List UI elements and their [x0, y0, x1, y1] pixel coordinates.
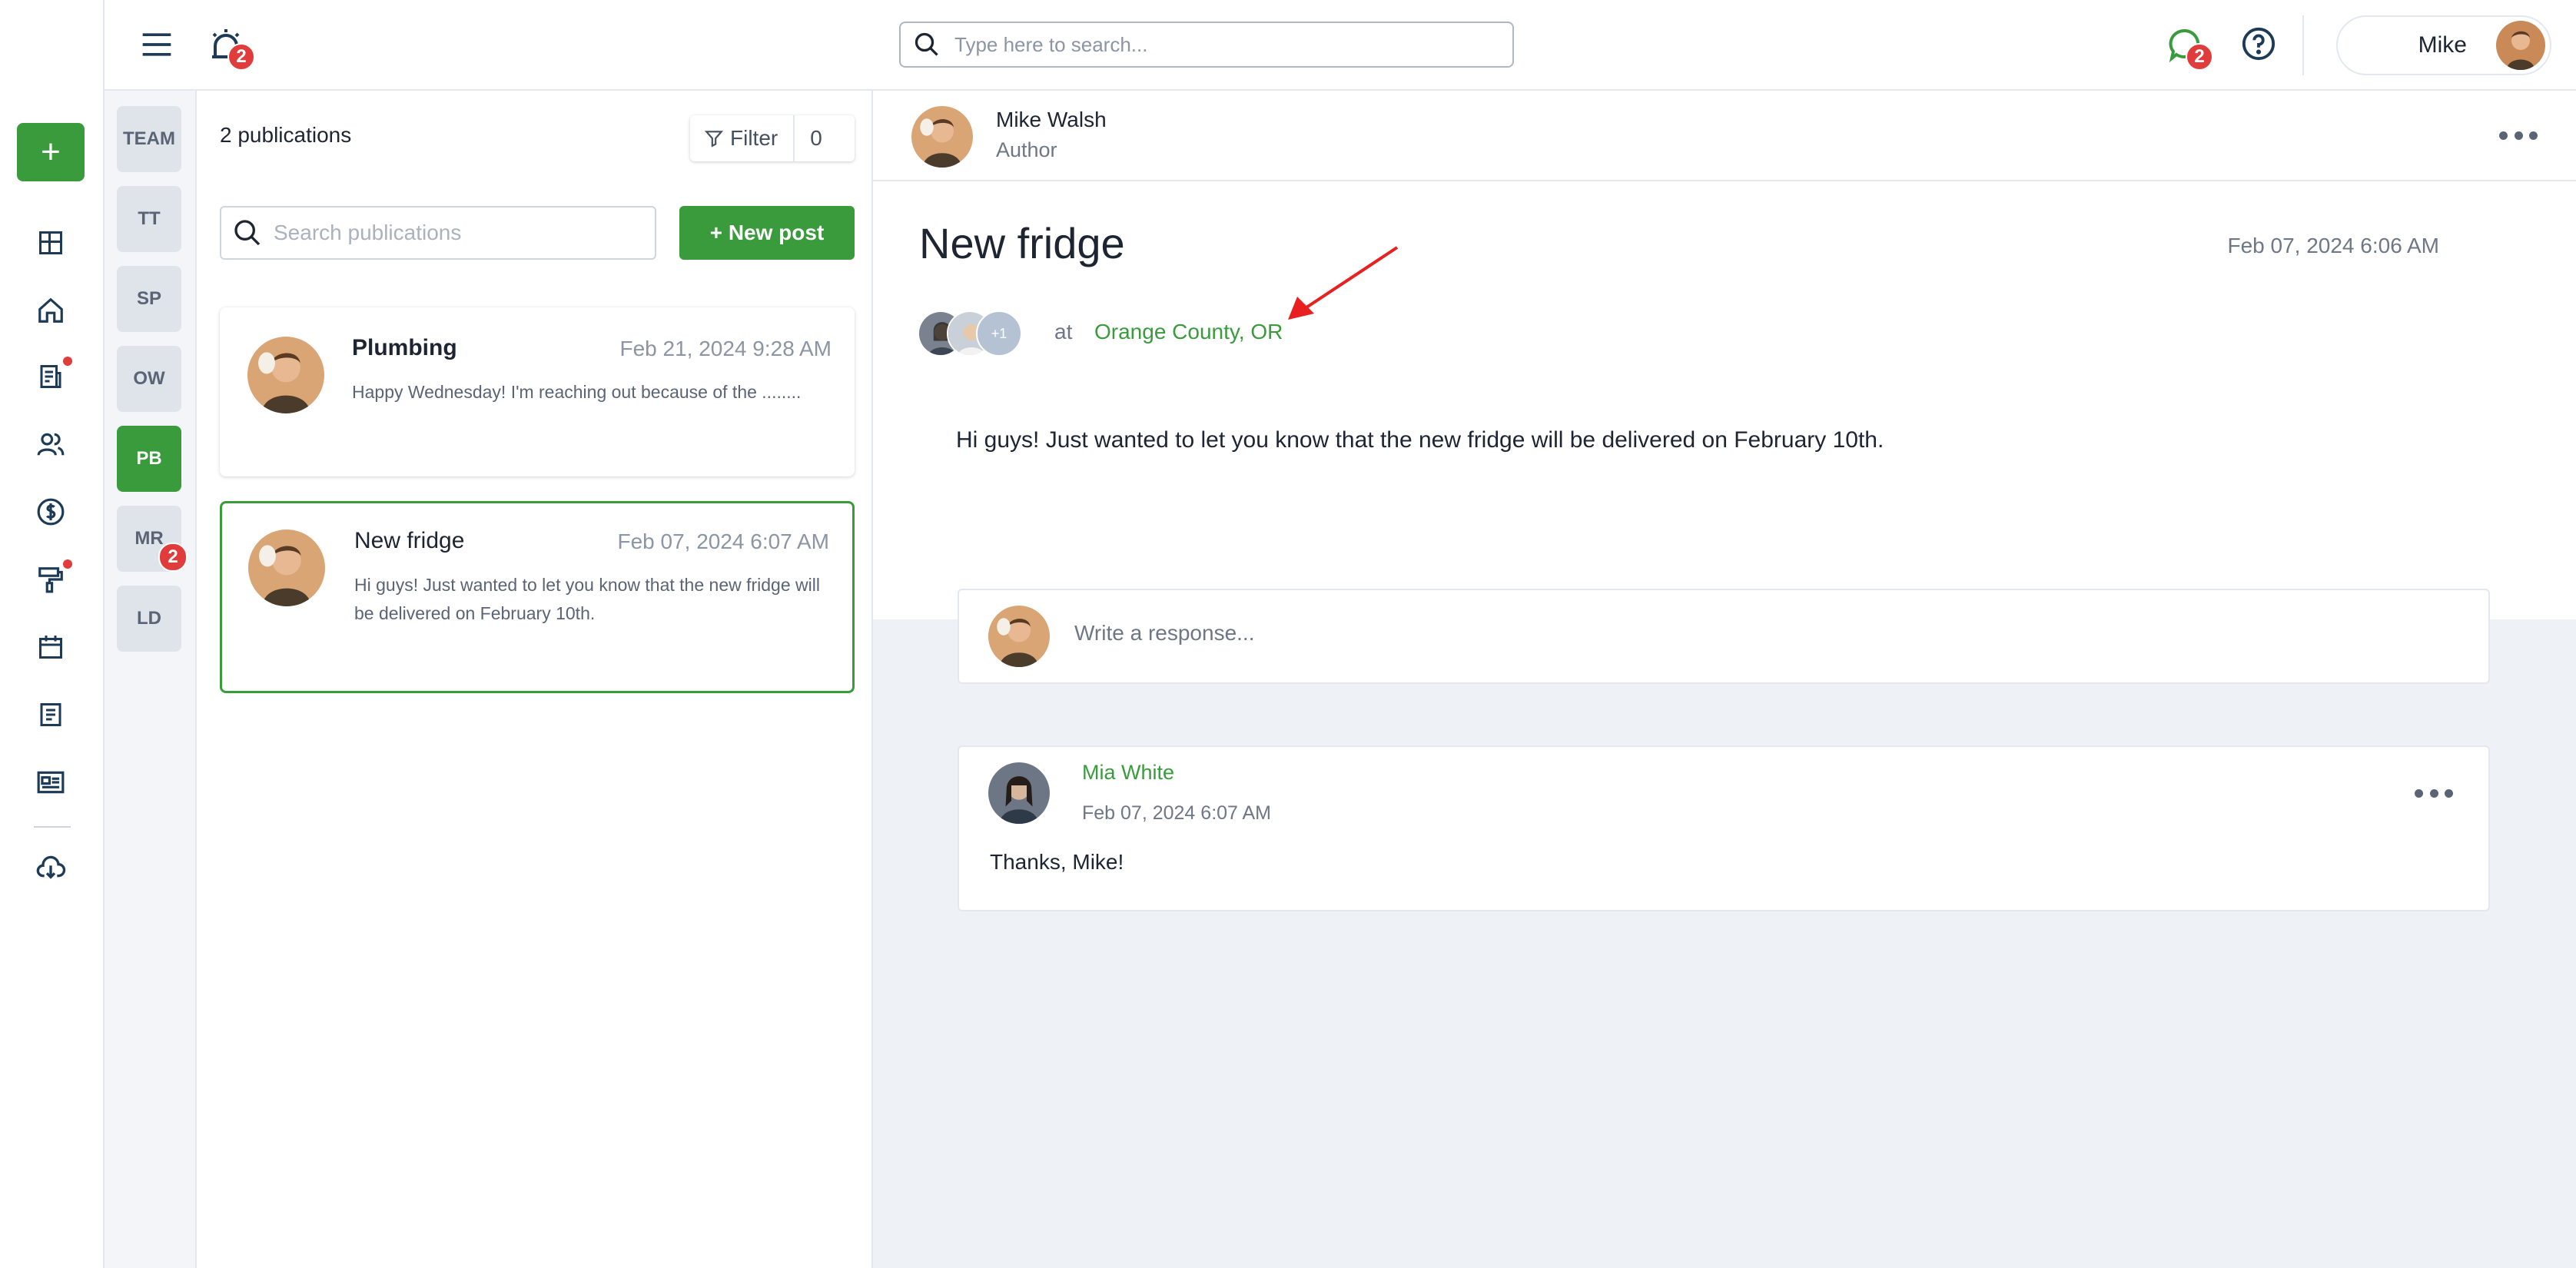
help-icon[interactable] [2241, 26, 2278, 63]
header-divider [2302, 15, 2304, 75]
team-tile-team[interactable]: TEAM [117, 106, 181, 172]
global-search-input[interactable] [954, 32, 1477, 57]
filter-label: Filter [730, 126, 778, 150]
team-tile-tt[interactable]: TT [117, 186, 181, 252]
user-menu-button[interactable]: Mike [2336, 15, 2551, 75]
user-avatar [2496, 21, 2545, 70]
location-prefix: at [1054, 320, 1073, 344]
reply-box[interactable] [958, 589, 2490, 684]
plus-icon: + [41, 133, 61, 171]
global-search[interactable] [899, 22, 1514, 68]
comment-options-icon[interactable] [2415, 785, 2453, 801]
publication-title: Plumbing [352, 335, 457, 360]
cloud-download-icon[interactable] [34, 850, 68, 884]
publications-list-panel: 2 publications Filter 0 + New post Plumb… [197, 91, 873, 1268]
reply-input[interactable] [1074, 621, 2381, 646]
post-date: Feb 07, 2024 6:06 AM [2227, 234, 2439, 257]
menu-icon[interactable] [140, 28, 174, 61]
search-icon [915, 32, 938, 56]
team-badge: 2 [158, 543, 188, 572]
publication-date: Feb 07, 2024 6:07 AM [617, 529, 829, 553]
messages-badge: 2 [2186, 43, 2213, 71]
post-author-bar: Mike Walsh Author [873, 91, 2576, 181]
dashboard-icon[interactable] [34, 226, 68, 260]
filter-count: 0 [810, 126, 822, 150]
post-title: New fridge [919, 219, 1125, 267]
filter-button[interactable]: Filter 0 [690, 115, 855, 161]
report-icon[interactable] [34, 357, 72, 393]
publication-card[interactable]: Plumbing Feb 21, 2024 9:28 AM Happy Wedn… [220, 307, 855, 476]
team-tile-ow[interactable]: OW [117, 346, 181, 412]
publications-count: 2 publications [220, 123, 352, 147]
commenter-name[interactable]: Mia White [1082, 761, 1174, 785]
user-avatar [988, 606, 1050, 667]
team-tile-pb[interactable]: PB [117, 426, 181, 492]
publication-excerpt: Happy Wednesday! I'm reaching out becaus… [352, 382, 802, 402]
publications-search[interactable] [220, 206, 656, 260]
post-content: New fridge Feb 07, 2024 6:06 AM +1 at Or… [873, 181, 2576, 619]
author-name: Mike Walsh [996, 108, 1107, 131]
paint-roller-icon[interactable] [34, 559, 72, 596]
rail-divider [34, 826, 71, 828]
report-alert-dot [63, 357, 72, 366]
users-icon[interactable] [34, 427, 68, 461]
comment-card: Mia White Feb 07, 2024 6:07 AM Thanks, M… [958, 745, 2490, 911]
author-avatar [247, 337, 324, 413]
team-tile-label: MR [134, 528, 164, 549]
post-location-link[interactable]: Orange County, OR [1094, 320, 1283, 344]
new-post-button[interactable]: + New post [679, 206, 855, 260]
more-recipients-count: +1 [976, 310, 1022, 357]
publications-search-input[interactable] [274, 221, 642, 245]
user-name: Mike [2418, 32, 2467, 58]
team-tile-mr[interactable]: MR 2 [117, 506, 188, 572]
team-tile-sp[interactable]: SP [117, 266, 181, 332]
filter-separator [793, 115, 795, 161]
dollar-icon[interactable] [34, 495, 68, 529]
main-nav-rail: + [0, 0, 105, 1268]
document-icon[interactable] [34, 698, 68, 732]
newspaper-icon[interactable] [34, 765, 68, 799]
team-tile-ld[interactable]: LD [117, 586, 181, 652]
publication-excerpt: Hi guys! Just wanted to let you know tha… [354, 575, 820, 623]
author-role: Author [996, 138, 1057, 161]
notifications-badge: 2 [227, 43, 255, 71]
filter-icon [704, 131, 724, 148]
messages-icon[interactable]: 2 [2167, 26, 2213, 71]
more-options-icon[interactable] [2499, 128, 2538, 143]
commenter-avatar [988, 762, 1050, 824]
roller-alert-dot [63, 559, 72, 569]
publication-date: Feb 21, 2024 9:28 AM [619, 337, 832, 360]
calendar-icon[interactable] [34, 630, 68, 664]
comment-date: Feb 07, 2024 6:07 AM [1082, 802, 1272, 824]
top-bar: 2 2 Mike [105, 0, 2576, 91]
post-body-text: Hi guys! Just wanted to let you know tha… [956, 427, 1884, 453]
create-button[interactable]: + [17, 123, 85, 181]
home-icon[interactable] [34, 294, 68, 327]
author-avatar [248, 529, 325, 606]
alarm-icon[interactable]: 2 [207, 26, 255, 71]
recipient-avatars[interactable]: +1 [918, 310, 1025, 360]
publication-title: New fridge [354, 528, 465, 553]
author-avatar [911, 106, 973, 168]
publication-detail: Mike Walsh Author New fridge Feb 07, 202… [873, 91, 2576, 1268]
publication-card-selected[interactable]: New fridge Feb 07, 2024 6:07 AM Hi guys!… [220, 501, 855, 693]
search-icon [234, 220, 261, 246]
team-switcher: TEAM TT SP OW PB MR 2 LD [105, 91, 197, 1268]
annotation-arrow [1288, 246, 1399, 320]
comment-text: Thanks, Mike! [990, 850, 1124, 874]
